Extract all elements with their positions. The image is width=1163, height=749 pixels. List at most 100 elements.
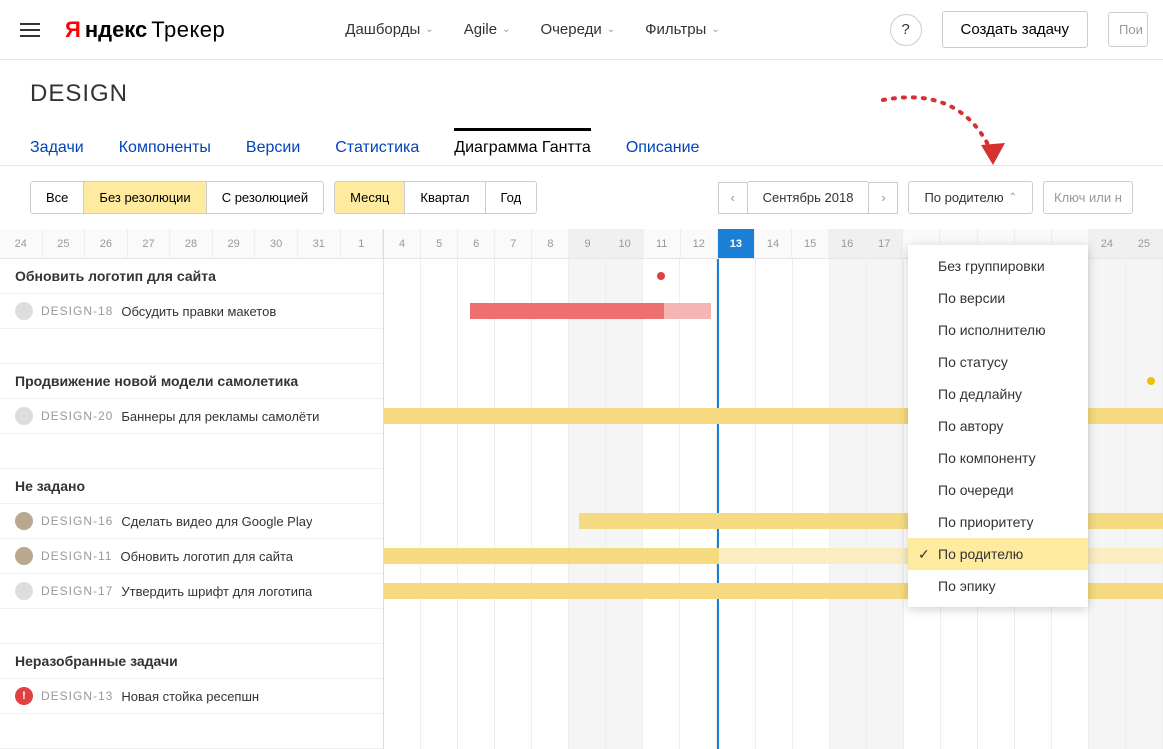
timeline-row	[384, 644, 1163, 679]
task-key: DESIGN-16	[41, 514, 113, 528]
dropdown-item[interactable]: По статусу	[908, 346, 1088, 378]
day-header-cell: 24	[1089, 229, 1126, 258]
task-row[interactable]: DESIGN-11Обновить логотип для сайта	[0, 539, 383, 574]
group-header[interactable]: Неразобранные задачи	[0, 644, 383, 679]
day-header-cell: 28	[170, 229, 213, 258]
day-header-cell: 26	[85, 229, 128, 258]
avatar	[15, 512, 33, 530]
tab-stats[interactable]: Статистика	[335, 128, 419, 165]
avatar	[15, 547, 33, 565]
period-label: Сентябрь 2018	[748, 181, 869, 214]
avatar	[15, 407, 33, 425]
scale-quarter-button[interactable]: Квартал	[405, 182, 485, 213]
logo-tracker: Трекер	[151, 17, 225, 43]
nav-queues[interactable]: Очереди⌄	[540, 21, 615, 38]
task-row[interactable]: DESIGN-16 Сделать видео для Google Play	[0, 504, 383, 539]
dropdown-item[interactable]: По исполнителю	[908, 314, 1088, 346]
dropdown-item[interactable]: По очереди	[908, 474, 1088, 506]
tab-components[interactable]: Компоненты	[119, 128, 211, 165]
day-header-cell: 24	[0, 229, 43, 258]
tab-versions[interactable]: Версии	[246, 128, 300, 165]
chevron-up-icon: ⌃	[1009, 192, 1017, 203]
tab-tasks[interactable]: Задачи	[30, 128, 84, 165]
gantt-bar[interactable]	[384, 548, 719, 564]
spacer-row	[0, 714, 383, 749]
key-search-input[interactable]: Ключ или н	[1043, 181, 1133, 214]
task-key: DESIGN-20	[41, 409, 113, 423]
create-task-button[interactable]: Создать задачу	[942, 11, 1088, 48]
group-by-button[interactable]: По родителю⌃	[908, 181, 1033, 214]
tab-gantt[interactable]: Диаграмма Гантта	[454, 128, 591, 165]
deadline-dot	[657, 272, 665, 280]
group-header[interactable]: Обновить логотип для сайта	[0, 259, 383, 294]
timeline-row	[384, 679, 1163, 714]
nav-filters[interactable]: Фильтры⌄	[645, 21, 720, 38]
task-row[interactable]: DESIGN-17 Утвердить шрифт для логотипа	[0, 574, 383, 609]
day-header-cell: 14	[755, 229, 792, 258]
task-row[interactable]: DESIGN-20 Баннеры для рекламы самолёти	[0, 399, 383, 434]
scale-month-button[interactable]: Месяц	[335, 182, 405, 213]
dropdown-item[interactable]: По родителю	[908, 538, 1088, 570]
logo-ndex: ндекс	[85, 17, 147, 43]
dropdown-item[interactable]: По эпику	[908, 570, 1088, 602]
day-header-cell: 15	[792, 229, 829, 258]
day-header-cell: 31	[298, 229, 341, 258]
task-row[interactable]: DESIGN-18Обсудить правки макетов	[0, 294, 383, 329]
nav-dashboards[interactable]: Дашборды⌄	[345, 21, 433, 38]
day-header-cell: 4	[384, 229, 421, 258]
search-input[interactable]: Пои	[1108, 12, 1148, 47]
avatar	[15, 582, 33, 600]
dropdown-item[interactable]: По версии	[908, 282, 1088, 314]
day-header-cell: 12	[681, 229, 718, 258]
day-header-cell: 7	[495, 229, 532, 258]
timeline-row	[384, 609, 1163, 644]
chevron-down-icon: ⌄	[425, 24, 433, 35]
day-header-cell: 13	[718, 229, 755, 258]
filter-noresolution-button[interactable]: Без резолюции	[84, 182, 206, 213]
filter-all-button[interactable]: Все	[31, 182, 84, 213]
logo[interactable]: Яндекс Трекер	[65, 17, 225, 43]
help-button[interactable]: ?	[890, 14, 922, 46]
spacer-row	[0, 609, 383, 644]
day-header-cell: 1	[341, 229, 384, 258]
filter-withresolution-button[interactable]: С резолюцией	[207, 182, 323, 213]
dropdown-item[interactable]: Без группировки	[908, 250, 1088, 282]
nav-agile[interactable]: Agile⌄	[464, 21, 511, 38]
day-header-cell: 29	[213, 229, 256, 258]
dropdown-item[interactable]: По автору	[908, 410, 1088, 442]
logo-y: Я	[65, 17, 81, 43]
group-by-dropdown: Без группировкиПо версииПо исполнителюПо…	[908, 245, 1088, 607]
prev-period-button[interactable]: ‹	[718, 182, 748, 214]
tab-description[interactable]: Описание	[626, 128, 700, 165]
timeline-row	[384, 714, 1163, 749]
spacer-row	[0, 434, 383, 469]
task-title: Утвердить шрифт для логотипа	[121, 584, 312, 599]
task-title: Обсудить правки макетов	[121, 304, 276, 319]
dropdown-item[interactable]: По дедлайну	[908, 378, 1088, 410]
next-period-button[interactable]: ›	[868, 182, 898, 214]
day-header-cell: 27	[128, 229, 171, 258]
scale-year-button[interactable]: Год	[486, 182, 537, 213]
day-header-cell: 5	[421, 229, 458, 258]
gantt-bar[interactable]	[470, 303, 665, 319]
day-header-cell: 6	[458, 229, 495, 258]
task-row[interactable]: ! DESIGN-13 Новая стойка ресепшн	[0, 679, 383, 714]
day-header-cell: 11	[644, 229, 681, 258]
task-title: Сделать видео для Google Play	[121, 514, 312, 529]
task-title: Новая стойка ресепшн	[121, 689, 259, 704]
day-header-cell: 25	[1126, 229, 1163, 258]
resolution-filter-group: Все Без резолюции С резолюцией	[30, 181, 324, 214]
group-header[interactable]: Продвижение новой модели самолетика	[0, 364, 383, 399]
gantt-bar[interactable]	[664, 303, 711, 319]
task-key: DESIGN-13	[41, 689, 113, 703]
chevron-down-icon: ⌄	[502, 24, 510, 35]
dropdown-item[interactable]: По компоненту	[908, 442, 1088, 474]
group-header[interactable]: Не задано	[0, 469, 383, 504]
period-pager: ‹ Сентябрь 2018 ›	[718, 181, 899, 214]
task-title: Баннеры для рекламы самолёти	[121, 409, 319, 424]
avatar: !	[15, 687, 33, 705]
hamburger-menu-button[interactable]	[15, 14, 45, 46]
task-key: DESIGN-17	[41, 584, 113, 598]
scale-group: Месяц Квартал Год	[334, 181, 537, 214]
dropdown-item[interactable]: По приоритету	[908, 506, 1088, 538]
